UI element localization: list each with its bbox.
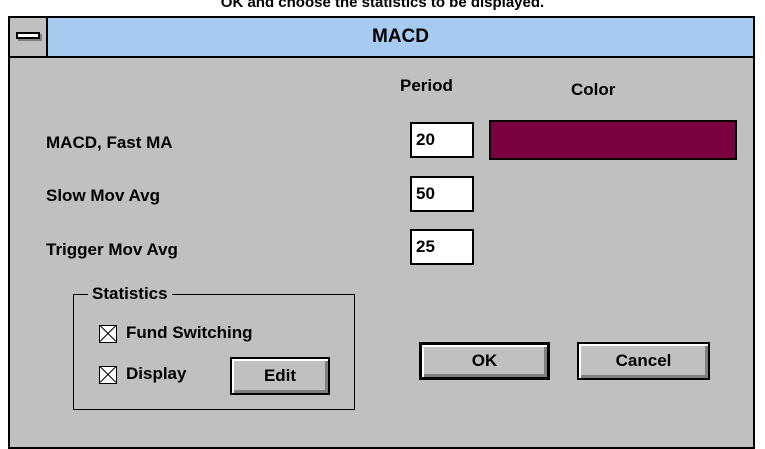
trigger-mov-avg-period-input[interactable]: 25 [410,229,474,265]
ok-button[interactable]: OK [419,342,550,380]
period-header: Period [400,76,453,95]
edit-button[interactable]: Edit [230,357,330,395]
fast-ma-label: MACD, Fast MA [46,133,173,152]
color-header: Color [571,80,616,99]
display-label[interactable]: Display [126,364,186,384]
slow-mov-avg-period-input[interactable]: 50 [410,176,474,212]
system-menu-button[interactable] [10,18,48,56]
window-title: MACD [372,26,429,47]
slow-mov-avg-label: Slow Mov Avg [46,186,160,205]
fast-ma-period-input[interactable]: 20 [410,122,474,158]
fund-switching-checkbox[interactable] [99,325,117,343]
fund-switching-label[interactable]: Fund Switching [126,323,253,343]
trigger-mov-avg-label: Trigger Mov Avg [46,240,178,259]
macd-color-swatch[interactable] [489,120,737,160]
cancel-button[interactable]: Cancel [577,342,710,380]
macd-dialog: MACD Period Color MACD, Fast MA 20 Slow … [8,16,755,449]
display-checkbox[interactable] [99,366,117,384]
system-menu-icon [16,32,40,39]
title-bar[interactable]: MACD [10,18,753,58]
statistics-group-title: Statistics [88,284,172,304]
